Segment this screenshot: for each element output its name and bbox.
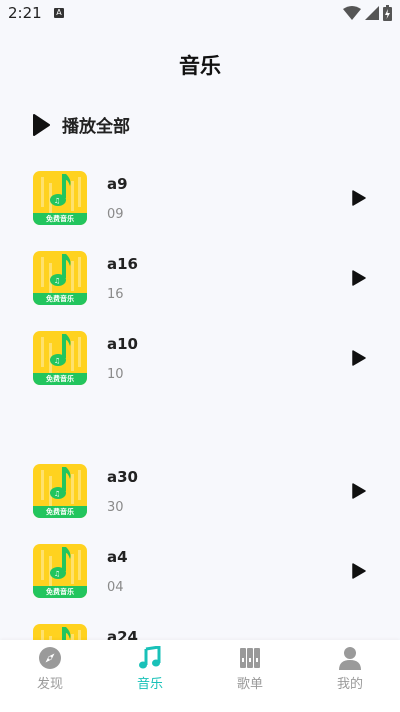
play-icon[interactable]: [352, 483, 366, 499]
cover-badge: 免费音乐: [33, 506, 87, 518]
cover-image: [33, 624, 87, 640]
tab-playlists[interactable]: 歌单: [200, 640, 300, 712]
song-item[interactable]: ♫ 免费音乐 a30 30: [0, 464, 400, 526]
song-item[interactable]: ♫ 免费音乐 a16 16: [0, 251, 400, 313]
svg-text:♫: ♫: [54, 197, 60, 205]
song-title: a24: [107, 628, 138, 640]
music-note-icon: ♫: [50, 547, 71, 579]
svg-text:♫: ♫: [54, 490, 60, 498]
song-title: a16: [107, 255, 138, 273]
svg-text:♫: ♫: [54, 570, 60, 578]
play-icon[interactable]: [352, 270, 366, 286]
song-subtitle: 10: [107, 367, 124, 382]
song-item[interactable]: ♫ 免费音乐 a4 04: [0, 544, 400, 606]
compass-icon: [39, 647, 61, 669]
song-list[interactable]: ♫ 免费音乐 a9 09 ♫ 免费音乐 a16 16 ♫ 免费音乐 a10 10…: [0, 0, 400, 640]
cover-image: ♫ 免费音乐: [33, 464, 87, 518]
cover-image: ♫ 免费音乐: [33, 171, 87, 225]
cover-badge: 免费音乐: [33, 586, 87, 598]
play-icon[interactable]: [352, 350, 366, 366]
music-note-icon: ♫: [50, 174, 71, 206]
cover-image: ♫ 免费音乐: [33, 544, 87, 598]
tab-label: 音乐: [136, 677, 163, 692]
music-note-icon: ♫: [50, 334, 71, 366]
cover-badge: 免费音乐: [33, 373, 87, 385]
play-icon[interactable]: [352, 190, 366, 206]
song-subtitle: 09: [107, 207, 124, 222]
song-title: a30: [107, 468, 138, 486]
cover-badge: 免费音乐: [33, 293, 87, 305]
bottom-tab-bar: 发现 音乐 歌单 我的: [0, 640, 400, 712]
cover-image: ♫ 免费音乐: [33, 251, 87, 305]
music-note-icon: ♫: [50, 254, 71, 286]
song-subtitle: 30: [107, 500, 124, 515]
tab-me[interactable]: 我的: [300, 640, 400, 712]
music-note-icon: [139, 646, 161, 669]
song-title: a9: [107, 175, 128, 193]
cover-badge: 免费音乐: [33, 213, 87, 225]
song-subtitle: 04: [107, 580, 124, 595]
song-item[interactable]: a24: [0, 624, 400, 640]
tab-label: 我的: [336, 677, 363, 692]
music-note-icon: ♫: [50, 467, 71, 499]
tab-label: 发现: [36, 677, 63, 692]
play-icon[interactable]: [352, 563, 366, 579]
cover-image: ♫ 免费音乐: [33, 331, 87, 385]
tab-label: 歌单: [236, 677, 263, 692]
svg-text:♫: ♫: [54, 357, 60, 365]
tab-discover[interactable]: 发现: [0, 640, 100, 712]
books-icon: [240, 648, 260, 668]
music-note-icon: [62, 627, 71, 640]
svg-text:♫: ♫: [54, 277, 60, 285]
song-title: a4: [107, 548, 128, 566]
song-subtitle: 16: [107, 287, 124, 302]
song-item[interactable]: ♫ 免费音乐 a10 10: [0, 331, 400, 393]
person-icon: [339, 647, 361, 670]
tab-music[interactable]: 音乐: [100, 640, 200, 712]
song-title: a10: [107, 335, 138, 353]
song-item[interactable]: ♫ 免费音乐 a9 09: [0, 171, 400, 233]
